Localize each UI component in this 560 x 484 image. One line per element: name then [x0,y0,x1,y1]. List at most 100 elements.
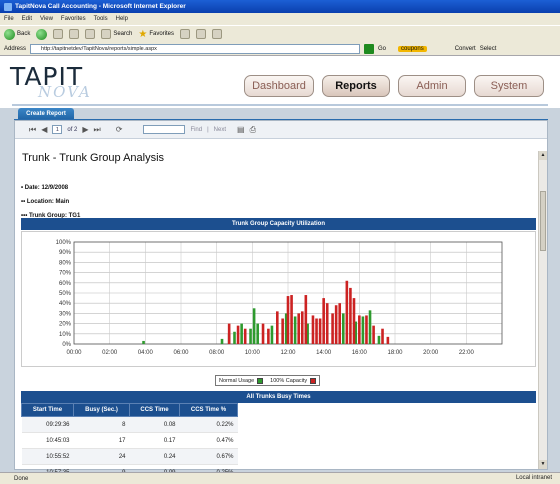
capacity-bar [372,325,375,344]
stop-icon[interactable] [53,29,64,39]
scroll-up-icon[interactable]: ▲ [539,151,547,160]
export-icon[interactable]: ▤ [237,125,245,134]
y-tick-label: 40% [59,301,72,307]
select-button[interactable]: Select [480,46,497,52]
refresh-report-icon[interactable]: ⟳ [116,125,123,134]
x-tick-label: 20:00 [423,350,439,356]
nav-reports[interactable]: Reports [322,75,390,97]
report-viewer: ⏮ ◀ 1 of 2 ▶ ⏭ ⟳ Find | Next ▤ ⎙ ▲ ▼ Tru… [14,120,548,481]
legend-normal-swatch [257,377,264,384]
forward-arrow-icon[interactable] [36,28,48,40]
table-row: 10:55:52 24 0.24 0.67% [21,448,238,465]
x-tick-label: 12:00 [280,350,296,356]
menu-tools[interactable]: Tools [94,16,108,22]
capacity-bar [297,313,300,344]
chart-legend: Normal Usage 100% Capacity [215,375,321,386]
capacity-bar [315,318,318,344]
normal-usage-bar [233,331,236,344]
cell-ccs-time: 0.08 [129,416,180,433]
normal-usage-bar [377,335,381,344]
tapitnova-logo: TAPIT NOVA [10,62,92,101]
menu-view[interactable]: View [40,16,53,22]
cell-ccs-time-pct: 0.22% [179,416,238,433]
page-number-input[interactable]: 1 [52,125,63,134]
star-icon: ★ [138,28,148,40]
y-tick-label: 50% [59,291,72,297]
x-tick-label: 04:00 [138,350,154,356]
y-tick-label: 70% [59,271,72,277]
legend-normal-label: Normal Usage [219,377,255,384]
menu-edit[interactable]: Edit [22,16,32,22]
normal-usage-bar [368,310,372,344]
capacity-chart-svg: 0% 10% 20% 30% 40% 50% 60% 70% 80% 90% 100% 00:00 02… [56,240,503,356]
capacity-bar [300,311,304,344]
back-button[interactable]: Back [4,28,30,40]
normal-usage-bar [252,308,256,344]
capacity-bar [227,323,231,344]
favorites-button[interactable]: ★ Favorites [138,29,174,40]
browser-toolbar: Back Search ★ Favorites [0,25,560,42]
normal-usage-bar [220,338,224,344]
nav-admin[interactable]: Admin [398,75,466,97]
normal-usage-bar [361,316,365,344]
refresh-icon[interactable] [69,29,80,39]
coupons-button[interactable]: coupons [398,45,427,52]
next-page-icon[interactable]: ▶ [82,125,88,134]
browser-title-bar: TapitNova Call Accounting - Microsoft In… [0,0,560,13]
report-title: Trunk - Trunk Group Analysis [22,152,165,164]
go-label[interactable]: Go [378,46,386,52]
chart-section-header: Trunk Group Capacity Utilization [21,218,536,230]
print-report-icon[interactable]: ⎙ [250,125,256,135]
filter-date: • Date: 12/9/2008 [21,185,69,191]
capacity-bar [243,328,247,344]
cell-start-time: 10:45:03 [21,432,74,449]
history-icon[interactable] [180,29,191,39]
col-ccs-time-pct: CCS Time % [179,403,238,417]
capacity-bar [338,303,342,344]
capacity-bar [286,296,290,344]
normal-usage-bar [142,340,145,344]
scroll-down-icon[interactable]: ▼ [539,460,547,469]
find-input[interactable] [143,125,186,134]
home-icon[interactable] [85,29,96,39]
last-page-icon[interactable]: ⏭ [94,125,101,135]
nav-system[interactable]: System [474,75,544,97]
capacity-bar [267,328,270,344]
capacity-bar [236,325,240,344]
prev-page-icon[interactable]: ◀ [41,125,47,134]
search-button[interactable]: Search [101,29,132,39]
col-ccs-time: CCS Time [129,403,180,417]
find-link[interactable]: Find [190,127,202,133]
capacity-bar [261,323,265,344]
menu-favorites[interactable]: Favorites [61,16,86,22]
go-arrow-icon[interactable] [364,43,375,54]
address-label: Address [4,45,27,52]
cell-busy-sec: 8 [73,416,130,433]
capacity-bar [325,303,329,344]
nav-dashboard[interactable]: Dashboard [244,75,314,97]
y-tick-label: 30% [59,311,72,317]
capacity-bar [311,315,315,344]
menu-help[interactable]: Help [116,16,128,22]
legend-capacity-label: 100% Capacity [270,377,308,384]
find-next-link[interactable]: Next [214,127,226,133]
first-page-icon[interactable]: ⏮ [29,125,36,135]
menu-file[interactable]: File [4,16,14,22]
report-scrollbar[interactable]: ▲ ▼ [538,151,547,469]
back-arrow-icon [4,28,15,40]
capacity-bar [334,305,338,344]
capacity-chart: 0% 10% 20% 30% 40% 50% 60% 70% 80% 90% 100% 00:00 02… [21,231,536,367]
mail-icon[interactable] [196,29,207,39]
x-tick-label: 10:00 [245,350,261,356]
address-input[interactable]: http://tapitnetdev/TapitNova/reports/sim… [30,43,361,54]
convert-button[interactable]: Convert [455,46,476,52]
report-tab-bar: Create Report [14,106,548,121]
y-tick-label: 60% [59,281,72,287]
report-filters: • Date: 12/9/2008 •• Location: Main ••• … [21,181,80,223]
scroll-thumb[interactable] [540,191,546,251]
capacity-bar [358,315,361,344]
cell-ccs-time: 0.17 [129,432,180,449]
print-icon[interactable] [212,29,223,39]
window-title: TapitNova Call Accounting - Microsoft In… [15,3,186,10]
y-tick-label: 10% [59,332,72,338]
